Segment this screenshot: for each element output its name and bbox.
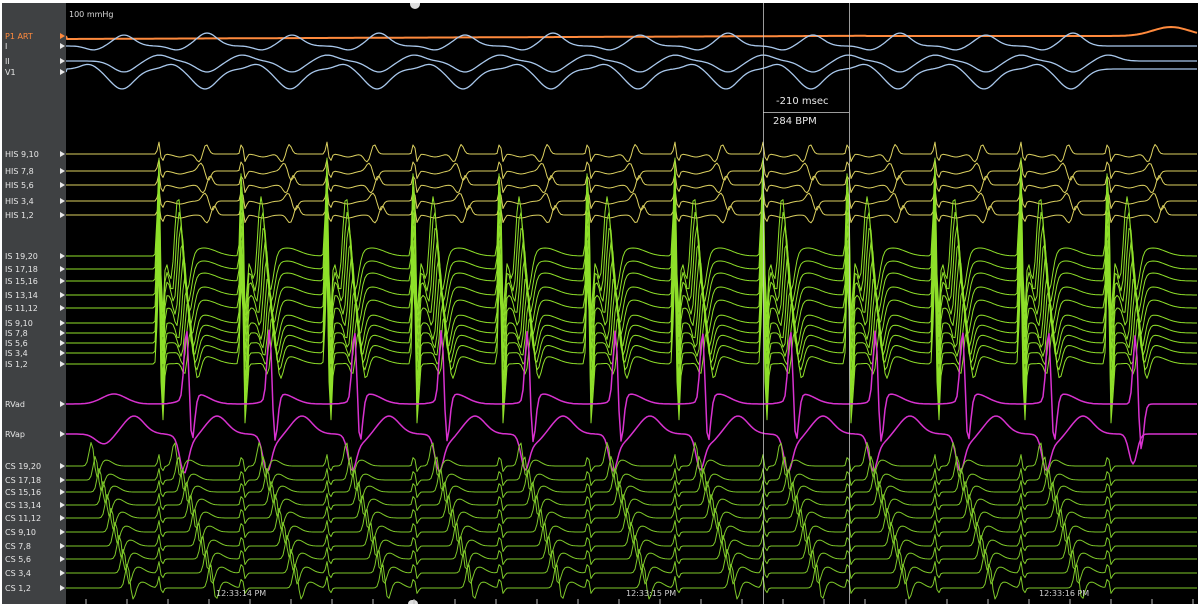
channel-label: HIS 7,8 bbox=[5, 167, 34, 176]
his-trace bbox=[66, 172, 1197, 194]
timestamp-3: 12:33:16 PM bbox=[1039, 589, 1090, 598]
caliper-right-cursor[interactable] bbox=[849, 3, 850, 604]
channel-label: IS 7,8 bbox=[5, 329, 28, 338]
channel-label: HIS 3,4 bbox=[5, 197, 34, 206]
channel-marker-icon[interactable] bbox=[60, 278, 65, 284]
channel-marker-icon[interactable] bbox=[60, 401, 65, 407]
channel-label: IS 11,12 bbox=[5, 304, 38, 313]
channel-label: CS 19,20 bbox=[5, 462, 42, 471]
caliper-rate: 284 BPM bbox=[773, 116, 817, 127]
channel-label: CS 1,2 bbox=[5, 584, 31, 593]
channel-label: IS 3,4 bbox=[5, 349, 28, 358]
channel-label: IS 1,2 bbox=[5, 360, 28, 369]
channel-label: I bbox=[5, 42, 8, 51]
channel-marker-icon[interactable] bbox=[60, 292, 65, 298]
channel-marker-icon[interactable] bbox=[60, 570, 65, 576]
timestamp-1: 12:33:14 PM bbox=[216, 589, 267, 598]
channel-label: IS 13,14 bbox=[5, 291, 38, 300]
his-trace bbox=[66, 141, 1197, 163]
cs-trace bbox=[66, 535, 1197, 571]
cs-trace bbox=[66, 442, 1197, 478]
signal-traces bbox=[66, 26, 1198, 604]
channel-marker-icon[interactable] bbox=[60, 477, 65, 483]
channel-marker-icon[interactable] bbox=[60, 212, 65, 218]
channel-label: IS 15,16 bbox=[5, 277, 38, 286]
lv-septal-trace bbox=[66, 234, 1197, 393]
caliper-interval: -210 msec bbox=[776, 96, 829, 107]
cs-trace bbox=[66, 508, 1197, 544]
channel-label: HIS 9,10 bbox=[5, 150, 39, 159]
channel-label-panel: P1 ART I II V1 HIS 9,10 HIS 7,8 HIS 5,6 HIS 3,4… bbox=[2, 3, 66, 604]
channel-label: CS 7,8 bbox=[5, 542, 31, 551]
channel-label: HIS 1,2 bbox=[5, 211, 34, 220]
channel-label: CS 13,14 bbox=[5, 501, 42, 510]
channel-marker-icon[interactable] bbox=[60, 556, 65, 562]
channel-marker-icon[interactable] bbox=[60, 305, 65, 311]
caliper-left-cursor[interactable] bbox=[763, 3, 764, 604]
channel-marker-icon[interactable] bbox=[60, 33, 65, 39]
cs-trace bbox=[66, 468, 1197, 504]
arterial-pressure-trace bbox=[66, 26, 1198, 40]
caliper-divider bbox=[763, 112, 849, 113]
channel-marker-icon[interactable] bbox=[60, 182, 65, 188]
ep-recording-window: P1 ART I II V1 HIS 9,10 HIS 7,8 HIS 5,6 HIS 3,4… bbox=[0, 0, 1200, 611]
channel-label: IS 19,20 bbox=[5, 252, 38, 261]
channel-label: CS 15,16 bbox=[5, 488, 42, 497]
channel-marker-icon[interactable] bbox=[60, 585, 65, 591]
channel-marker-icon[interactable] bbox=[60, 515, 65, 521]
channel-marker-icon[interactable] bbox=[60, 266, 65, 272]
channel-label: CS 11,12 bbox=[5, 514, 42, 523]
channel-marker-icon[interactable] bbox=[60, 529, 65, 535]
channel-label: CS 17,18 bbox=[5, 476, 42, 485]
channel-marker-icon[interactable] bbox=[60, 320, 65, 326]
channel-label: II bbox=[5, 57, 10, 66]
his-trace bbox=[66, 202, 1197, 224]
channel-marker-icon[interactable] bbox=[60, 58, 65, 64]
channel-label: V1 bbox=[5, 68, 16, 77]
channel-marker-icon[interactable] bbox=[60, 198, 65, 204]
timestamp-2: 12:33:15 PM bbox=[626, 589, 677, 598]
channel-marker-icon[interactable] bbox=[60, 340, 65, 346]
signal-display-area[interactable]: 100 mmHg -210 msec 284 BPM 12:33:14 PM 1… bbox=[66, 3, 1198, 604]
channel-label: CS 9,10 bbox=[5, 528, 37, 537]
channel-label: CS 3,4 bbox=[5, 569, 31, 578]
his-trace bbox=[66, 158, 1197, 181]
channel-marker-icon[interactable] bbox=[60, 543, 65, 549]
channel-marker-icon[interactable] bbox=[60, 502, 65, 508]
channel-marker-icon[interactable] bbox=[60, 253, 65, 259]
channel-label: IS 5,6 bbox=[5, 339, 28, 348]
channel-label: CS 5,6 bbox=[5, 555, 31, 564]
channel-marker-icon[interactable] bbox=[60, 330, 65, 336]
channel-label: IS 9,10 bbox=[5, 319, 33, 328]
channel-label: IS 17,18 bbox=[5, 265, 38, 274]
channel-marker-icon[interactable] bbox=[60, 431, 65, 437]
channel-marker-icon[interactable] bbox=[60, 361, 65, 367]
channel-marker-icon[interactable] bbox=[60, 463, 65, 469]
channel-marker-icon[interactable] bbox=[60, 43, 65, 49]
lead-v1-trace bbox=[66, 63, 1197, 90]
channel-label: RVap bbox=[5, 430, 25, 439]
channel-label: RVad bbox=[5, 400, 25, 409]
channel-marker-icon[interactable] bbox=[60, 151, 65, 157]
channel-marker-icon[interactable] bbox=[60, 69, 65, 75]
channel-marker-icon[interactable] bbox=[60, 350, 65, 356]
channel-label: P1 ART bbox=[5, 32, 33, 41]
channel-label: HIS 5,6 bbox=[5, 181, 34, 190]
channel-marker-icon[interactable] bbox=[60, 168, 65, 174]
channel-marker-icon[interactable] bbox=[60, 489, 65, 495]
